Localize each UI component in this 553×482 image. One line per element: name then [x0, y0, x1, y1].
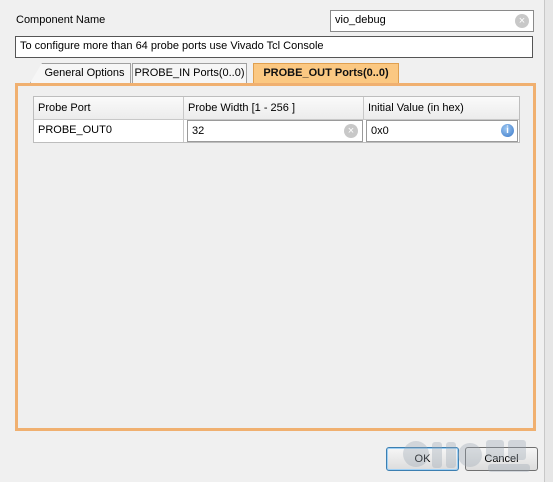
cell-probe-port: PROBE_OUT0: [34, 120, 184, 142]
clear-icon[interactable]: ×: [344, 124, 358, 138]
window-edge: [544, 0, 553, 482]
tab-probe-out-ports[interactable]: PROBE_OUT Ports(0..0): [253, 63, 399, 83]
component-name-input[interactable]: vio_debug ×: [330, 10, 534, 32]
ok-button[interactable]: OK: [386, 447, 459, 471]
component-name-label: Component Name: [16, 14, 106, 26]
probe-width-input[interactable]: 32 ×: [187, 120, 363, 142]
probe-table: Probe Port Probe Width [1 - 256 ] Initia…: [33, 96, 520, 143]
header-probe-port: Probe Port: [34, 97, 184, 120]
header-initial-value: Initial Value (in hex): [364, 97, 519, 120]
component-name-value: vio_debug: [335, 14, 386, 26]
cancel-button[interactable]: Cancel: [465, 447, 538, 471]
tab-panel: Probe Port Probe Width [1 - 256 ] Initia…: [15, 83, 536, 431]
probe-width-value: 32: [192, 125, 205, 137]
initial-value-value: 0x0: [371, 125, 389, 137]
header-probe-width: Probe Width [1 - 256 ]: [184, 97, 364, 120]
tab-probe-in-ports[interactable]: PROBE_IN Ports(0..0): [132, 63, 247, 83]
initial-value-input[interactable]: 0x0 i: [366, 120, 518, 142]
tab-general-options[interactable]: General Options: [30, 63, 131, 83]
info-banner: To configure more than 64 probe ports us…: [15, 36, 533, 58]
info-icon[interactable]: i: [501, 124, 514, 137]
clear-icon[interactable]: ×: [515, 14, 529, 28]
